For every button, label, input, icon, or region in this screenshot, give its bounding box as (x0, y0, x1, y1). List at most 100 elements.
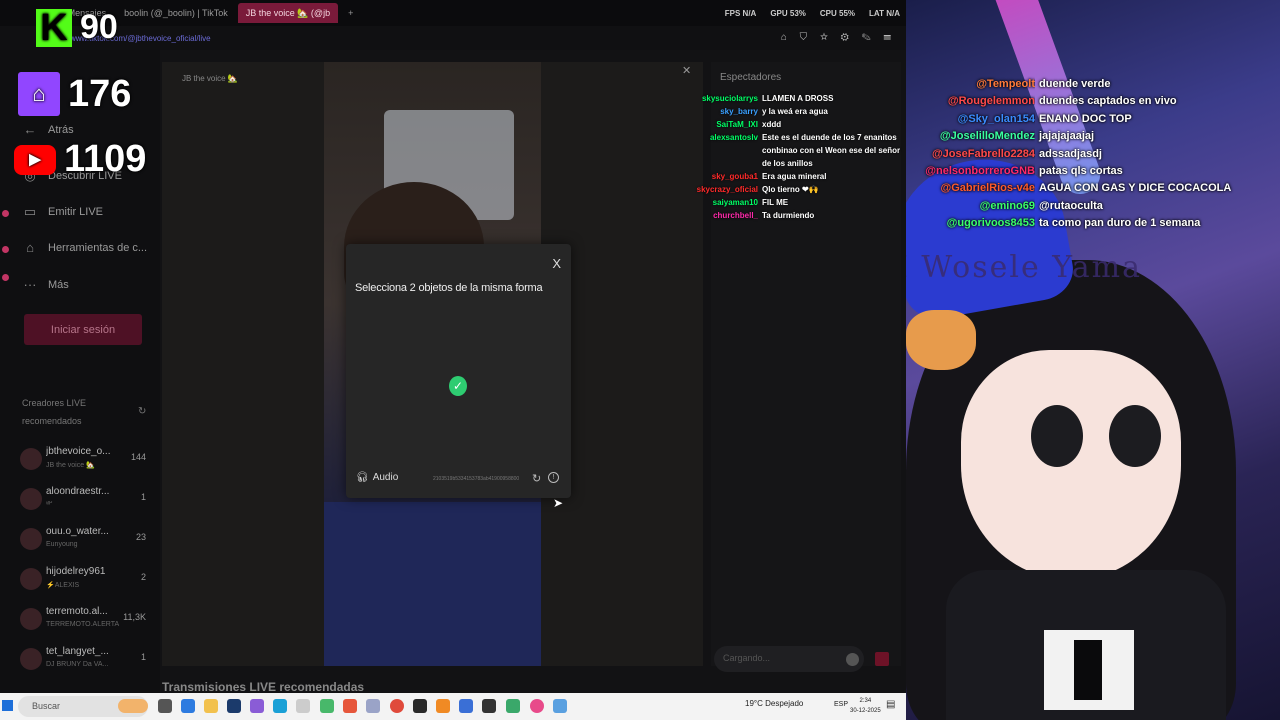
firefox-icon[interactable] (343, 699, 357, 713)
gift-icon[interactable] (875, 652, 889, 666)
creator-name: tet_langyet_... (46, 646, 109, 657)
task-view-icon[interactable] (158, 699, 172, 713)
chat-username[interactable]: @Tempeolt (914, 76, 1035, 93)
edge-icon[interactable] (181, 699, 195, 713)
app-icon[interactable] (459, 699, 473, 713)
chat-input[interactable]: Cargando... (714, 646, 864, 672)
creator-item[interactable]: hijodelrey961 ⚡ALEXIS 2 (18, 562, 148, 600)
chat-username[interactable]: @Sky_olan154 (914, 111, 1035, 128)
chat-message: @ugorivoos8453 ta como pan duro de 1 sema… (914, 215, 1274, 232)
captcha-dialog: X Selecciona 2 objetos de la misma forma… (346, 244, 571, 498)
tab-tiktok-boolin[interactable]: boolin (@_boolin) | TikTok (116, 3, 236, 23)
chat-username[interactable]: @JoseFabrello2284 (914, 146, 1035, 163)
stream-chat-small: skysuciolarrys LLAMEN A DROSS sky_barry y l… (680, 92, 906, 222)
widget-icon[interactable] (118, 699, 148, 713)
chat-username[interactable]: @JoselilloMendez (914, 128, 1035, 145)
fps-metric: FPS N/A (724, 8, 757, 18)
chat-username[interactable]: @ugorivoos8453 (914, 215, 1035, 232)
notification-icon[interactable]: ▤ (886, 699, 895, 710)
browser-window: ram • Mensajes boolin (@_boolin) | TikTo… (0, 0, 906, 693)
chat-username[interactable]: alexsantoslv (680, 131, 758, 170)
creator-item[interactable]: terremoto.al... TERREMOTO.ALERTA 11,3K (18, 602, 148, 640)
player-title: JB the voice 🏡 (182, 74, 238, 83)
chat-username[interactable]: skycrazy_oficial (680, 183, 758, 196)
creator-viewer-count: 1 (140, 652, 146, 662)
creator-viewer-count: 11,3K (123, 612, 146, 622)
chat-username[interactable]: SaiTaM_IXI (680, 118, 758, 131)
captcha-audio-label: Audio (372, 472, 399, 483)
creator-item[interactable]: aloondraestr... ᵛᴵᴾ 1 (18, 482, 148, 520)
nav-more-label: Más (48, 278, 69, 291)
creator-item[interactable]: tet_langyet_... DJ BRUNY Da VA... 1 (18, 642, 148, 680)
app-icon[interactable] (482, 699, 496, 713)
weather-widget[interactable]: 19°C Despejado (745, 699, 803, 708)
refresh-icon[interactable]: ↻ (138, 406, 146, 417)
language-indicator[interactable]: ESP (834, 701, 848, 708)
cpu-metric: CPU 55% (819, 8, 856, 18)
app-icon[interactable] (436, 699, 450, 713)
creators-header: Creadores LIVE recomendados (22, 398, 87, 426)
captcha-title: Selecciona 2 objetos de la misma forma (355, 282, 543, 294)
folder-icon[interactable] (204, 699, 218, 713)
info-icon[interactable]: ! (548, 472, 559, 483)
chat-username[interactable]: @Rougelemmon (914, 93, 1035, 110)
chat-username[interactable]: sky_barry (680, 105, 758, 118)
app-icon[interactable] (227, 699, 241, 713)
chat-text: Qlo tierno ❤🙌 (762, 185, 819, 194)
app-icon[interactable] (506, 699, 520, 713)
tab-jb-the-voice[interactable]: JB the voice 🏡 (@jb (237, 3, 339, 23)
app-icon[interactable] (530, 699, 544, 713)
nav-creator-tools[interactable]: ⌂ Herramientas de c... (22, 240, 147, 255)
chat-text: LLAMEN A DROSS (762, 94, 834, 103)
creator-item[interactable]: ouu.o_water... Eunyoung 23 (18, 522, 148, 560)
tab-bar: ram • Mensajes boolin (@_boolin) | TikTo… (0, 0, 906, 26)
chat-message: @JoseFabrello2284 adssadjasdj (914, 146, 1274, 163)
close-icon[interactable]: ✕ (682, 64, 691, 77)
nav-go-live[interactable]: ▭ Emitir LIVE (22, 204, 103, 220)
login-button[interactable]: Iniciar sesión (24, 314, 142, 345)
captcha-audio-button[interactable]: 🎧︎ Audio (356, 472, 398, 483)
address-bar[interactable]: www.tiktok.com/@jbthevoice_oficial/live … (0, 26, 906, 50)
chat-username[interactable]: sky_gouba1 (680, 170, 758, 183)
side-app-icon[interactable] (2, 274, 9, 281)
new-tab-button[interactable]: + (340, 3, 361, 23)
app-icon[interactable] (273, 699, 287, 713)
chat-message: skycrazy_oficial Qlo tierno ❤🙌 (680, 183, 906, 196)
recommended-live-label: Transmisiones LIVE recomendadas (162, 680, 365, 693)
side-app-icon[interactable] (2, 246, 9, 253)
browser-tools-icons[interactable]: ⌂ ⛉ ☆ ⚙ ✎ ☰ (781, 32, 896, 43)
reload-icon[interactable]: ↻ (532, 472, 541, 485)
chat-username[interactable]: @nelsonborreroGNB (914, 163, 1035, 180)
chat-username[interactable]: churchbell_ (680, 209, 758, 222)
windows-start-icon[interactable] (2, 700, 13, 711)
captcha-close-button[interactable]: X (552, 256, 561, 271)
creator-name: hijodelrey961 (46, 566, 106, 577)
app-icon[interactable] (320, 699, 334, 713)
creator-item[interactable]: jbthevoice_o... JB the voice 🏡 144 (18, 442, 148, 480)
chat-username[interactable]: saiyaman10 (680, 196, 758, 209)
chat-username[interactable]: skysuciolarrys (680, 92, 758, 105)
chat-username[interactable]: @GabrielRios-v4e (914, 180, 1035, 197)
stream-chat-large: @Tempeolt duende verde @Rougelemmon duendes… (914, 76, 1274, 233)
chat-message: @GabrielRios-v4e AGUA CON GAS Y DICE COCA… (914, 180, 1274, 197)
app-icon[interactable] (366, 699, 380, 713)
side-app-icon[interactable] (2, 210, 9, 217)
chat-username[interactable]: @emino69 (914, 198, 1035, 215)
nav-more[interactable]: ··· Más (22, 277, 69, 292)
taskbar: Buscar 19°C Despejado ESP 2:34 30-12-202… (0, 693, 906, 720)
cat-sticker (906, 310, 976, 370)
nav-back[interactable]: ← Atrás (22, 122, 74, 137)
creator-subtitle: ⚡ALEXIS (46, 582, 80, 589)
app-icon[interactable] (553, 699, 567, 713)
emoji-icon[interactable] (846, 653, 859, 666)
lat-metric: LAT N/A (869, 8, 900, 18)
app-icon[interactable] (413, 699, 427, 713)
chat-text: Ta durmiendo (762, 211, 815, 220)
clock[interactable]: 2:34 30-12-2025 (850, 696, 881, 716)
chrome-icon[interactable] (390, 699, 404, 713)
chat-text: y la weá era agua (762, 107, 828, 116)
app-icon[interactable] (296, 699, 310, 713)
app-icon[interactable] (250, 699, 264, 713)
chat-text: @rutaoculta (1039, 199, 1103, 212)
chat-text: jajajajaajaj (1039, 130, 1095, 143)
